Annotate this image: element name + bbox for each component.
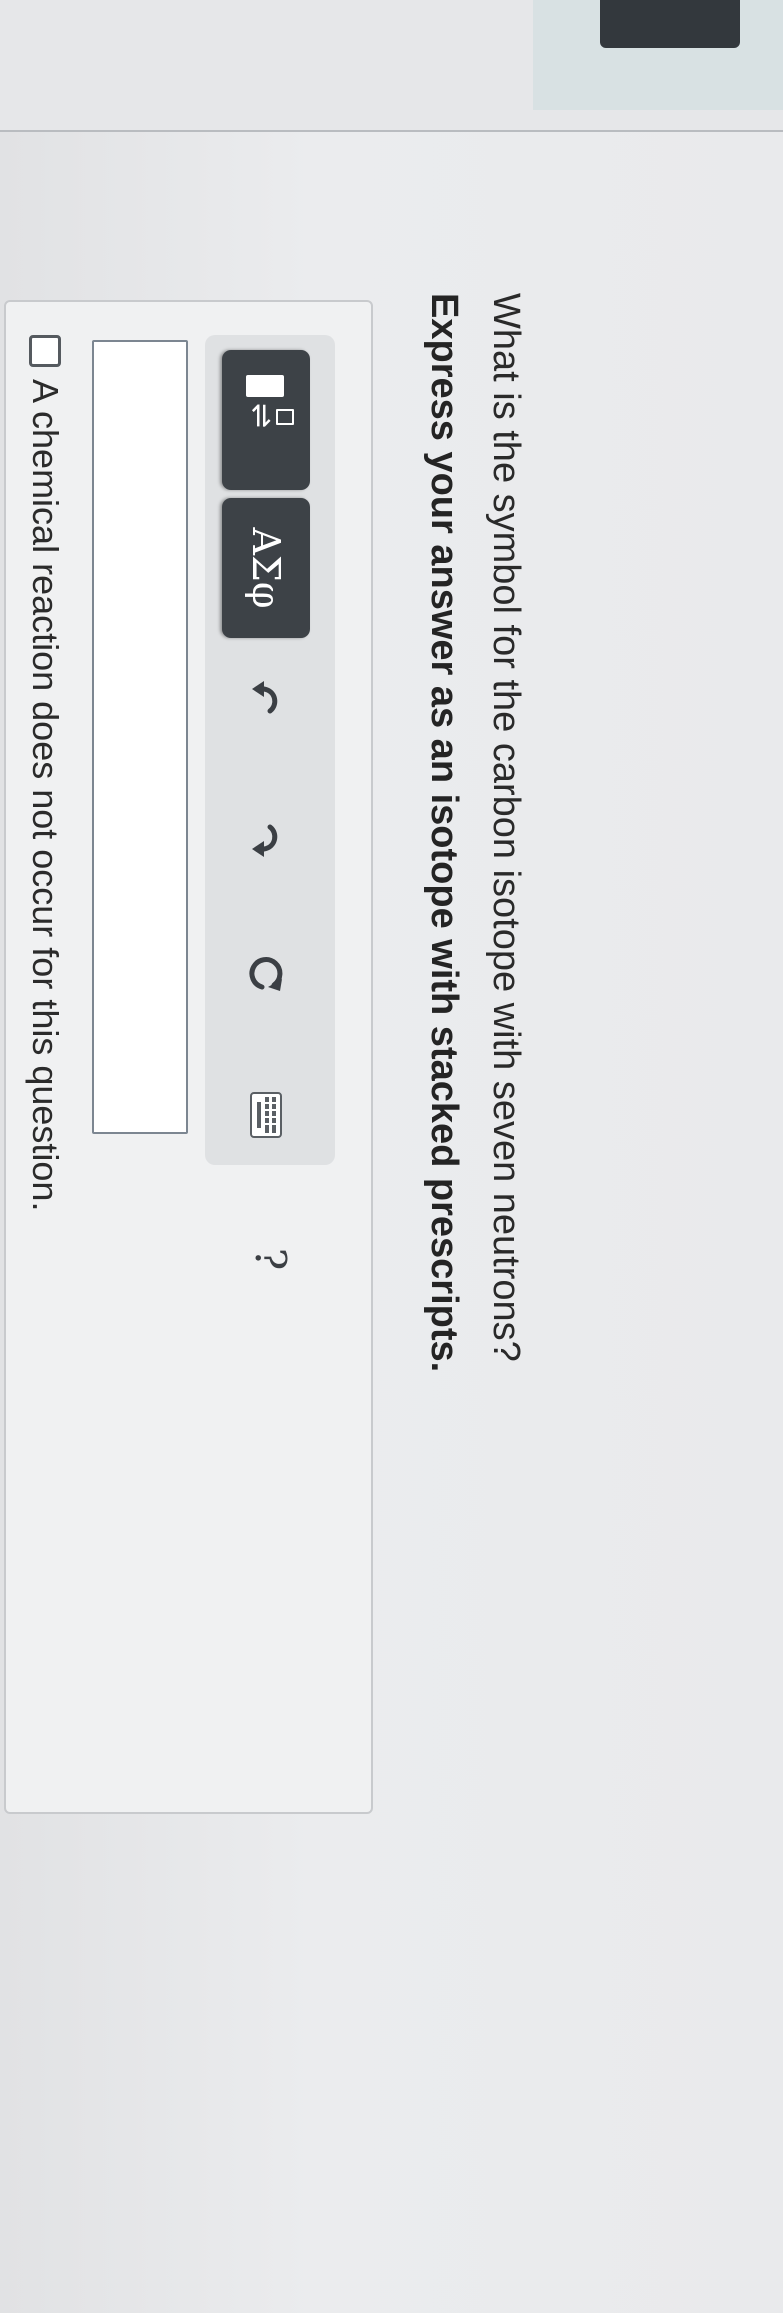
reset-circle-arrow-icon[interactable] bbox=[242, 949, 290, 997]
question-stage: What is the symbol for the carbon isotop… bbox=[0, 0, 783, 2313]
redo-arrow-icon[interactable] bbox=[242, 815, 290, 863]
keyboard-icon[interactable] bbox=[242, 1091, 290, 1139]
undo-arrow-icon[interactable] bbox=[242, 675, 290, 723]
help-button[interactable]: ? bbox=[247, 1235, 296, 1283]
no-reaction-label: A chemical reaction does not occur for t… bbox=[25, 379, 66, 1212]
symbols-button[interactable]: ΑΣφ bbox=[222, 498, 310, 638]
answer-input[interactable] bbox=[92, 340, 188, 1134]
stacked-prescript-template-icon: ⇌ bbox=[236, 375, 296, 465]
question-instruction: Express your answer as an isotope with s… bbox=[423, 293, 465, 1373]
no-reaction-option[interactable]: A chemical reaction does not occur for t… bbox=[24, 335, 66, 1211]
math-toolbar: ⇌ ΑΣφ ? bbox=[205, 335, 335, 1270]
question-prompt: What is the symbol for the carbon isotop… bbox=[485, 293, 527, 1362]
templates-button[interactable]: ⇌ bbox=[222, 350, 310, 490]
no-reaction-checkbox[interactable] bbox=[29, 335, 61, 367]
